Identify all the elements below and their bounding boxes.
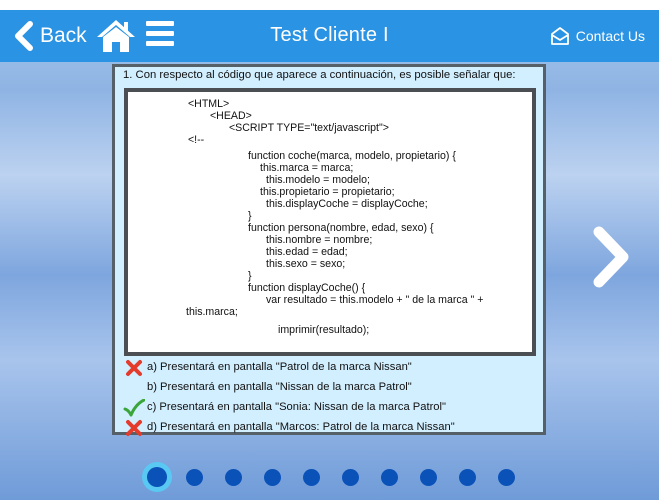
code-line: this.edad = edad;: [266, 246, 348, 258]
page-dot[interactable]: [498, 469, 515, 486]
code-line: <HTML>: [188, 98, 230, 110]
wrong-x-icon: [126, 360, 142, 376]
page-dot[interactable]: [225, 469, 242, 486]
contact-us-label: Contact Us: [575, 28, 645, 44]
code-snippet: <HTML> <HEAD> <SCRIPT TYPE="text/javascr…: [124, 88, 536, 356]
page-dot[interactable]: [303, 469, 320, 486]
code-line: this.displayCoche = displayCoche;: [266, 198, 428, 210]
mail-icon: [550, 27, 569, 45]
code-line: imprimir(resultado);: [278, 324, 370, 336]
contact-us-button[interactable]: Contact Us: [550, 27, 645, 45]
pagination-dots: [138, 461, 528, 495]
page-dot[interactable]: [264, 469, 281, 486]
code-line: this.sexo = sexo;: [266, 258, 346, 270]
next-question-button[interactable]: [589, 226, 633, 288]
answer-text: d) Presentará en pantalla "Marcos: Patro…: [147, 421, 455, 433]
wrong-x-icon: [126, 420, 142, 436]
code-line: }: [248, 210, 252, 222]
page-dot[interactable]: [459, 469, 476, 486]
page-dot[interactable]: [186, 469, 203, 486]
page-dot[interactable]: [147, 467, 167, 487]
code-line: this.marca = marca;: [260, 162, 354, 174]
code-line: function displayCoche() {: [248, 282, 366, 294]
code-line: <SCRIPT TYPE="text/javascript">: [229, 122, 389, 134]
answer-option-c[interactable]: c) Presentará en pantalla "Sonia: Nissan…: [115, 398, 549, 418]
code-line: this.nombre = nombre;: [266, 234, 373, 246]
code-line: var resultado = this.modelo + " de la ma…: [266, 294, 484, 306]
answer-option-b[interactable]: b) Presentará en pantalla "Nissan de la …: [115, 378, 549, 398]
answer-text: b) Presentará en pantalla "Nissan de la …: [147, 381, 412, 393]
code-line: }: [248, 270, 252, 282]
navbar: Back Test Cliente I Contact Us: [0, 10, 659, 62]
page-dot[interactable]: [420, 469, 437, 486]
chevron-right-icon: [593, 226, 629, 288]
page-dot[interactable]: [342, 469, 359, 486]
code-line: this.propietario = propietario;: [260, 186, 395, 198]
answer-option-a[interactable]: a) Presentará en pantalla "Patrol de la …: [115, 358, 549, 378]
answer-option-d[interactable]: d) Presentará en pantalla "Marcos: Patro…: [115, 418, 549, 438]
correct-check-icon: [123, 399, 145, 417]
code-line: this.modelo = modelo;: [266, 174, 370, 186]
code-line: this.marca;: [186, 306, 238, 318]
code-line: function persona(nombre, edad, sexo) {: [248, 222, 434, 234]
page-dot[interactable]: [381, 469, 398, 486]
answer-text: a) Presentará en pantalla "Patrol de la …: [147, 361, 412, 373]
code-line: <HEAD>: [210, 110, 252, 122]
answer-text: c) Presentará en pantalla "Sonia: Nissan…: [147, 401, 446, 413]
question-card: 1. Con respecto al código que aparece a …: [112, 64, 549, 438]
question-text: 1. Con respecto al código que aparece a …: [123, 69, 516, 81]
code-line: <!--: [188, 134, 205, 146]
code-line: function coche(marca, modelo, propietari…: [248, 150, 456, 162]
